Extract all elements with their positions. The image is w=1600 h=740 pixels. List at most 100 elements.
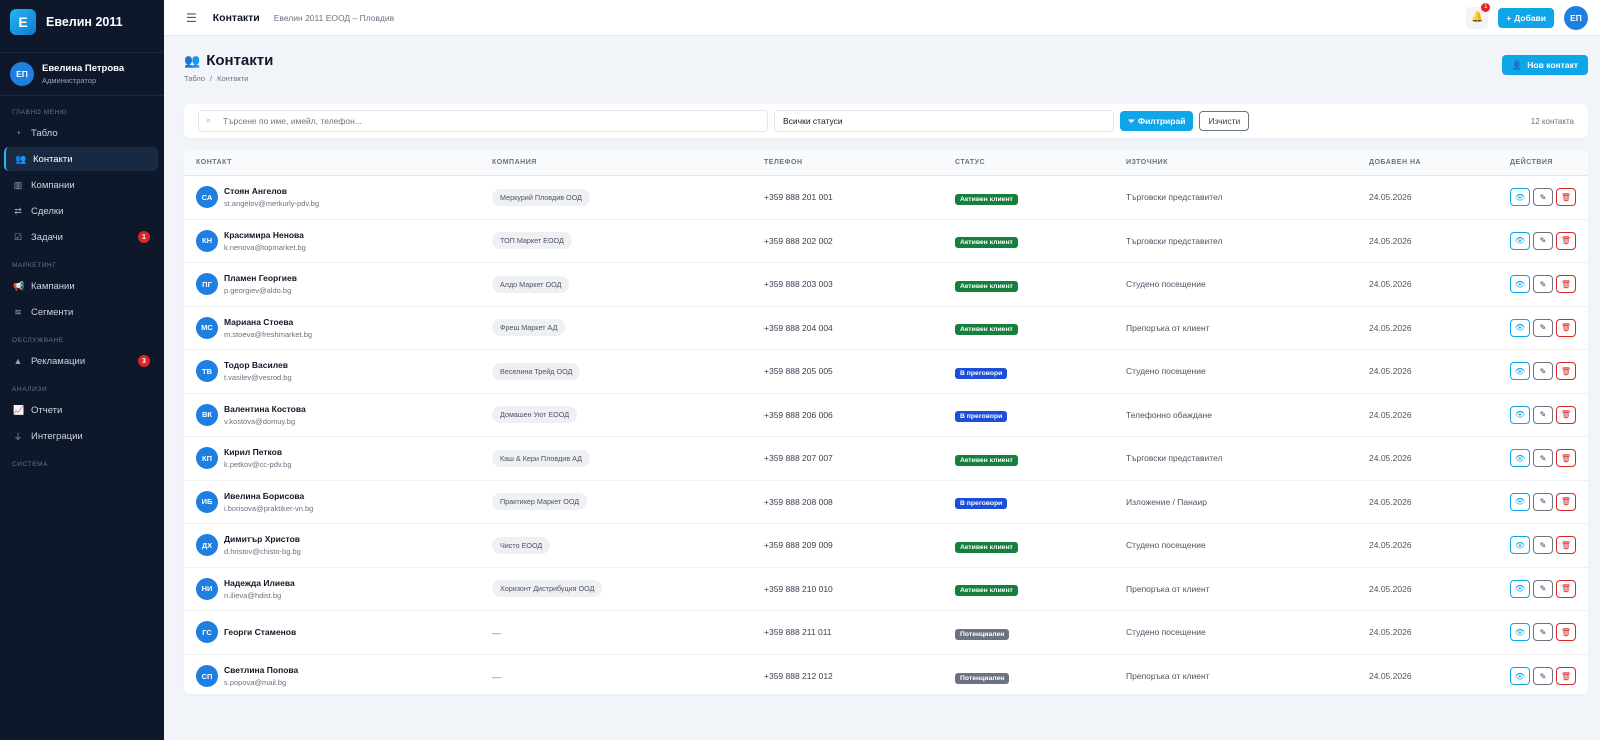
delete-button[interactable]: 🗑 xyxy=(1556,536,1576,555)
company-pill[interactable]: Чисто ЕООД xyxy=(492,536,551,554)
view-button[interactable]: 👁 xyxy=(1510,362,1530,381)
delete-button[interactable]: 🗑 xyxy=(1556,318,1576,337)
clear-button[interactable]: Изчисти xyxy=(1199,111,1250,131)
sidebar-item-deals[interactable]: ⇄ Сделки xyxy=(4,199,158,223)
view-button[interactable]: 👁 xyxy=(1510,231,1530,250)
col-source[interactable]: ИЗТОЧНИК xyxy=(1114,159,1357,166)
view-button[interactable]: 👁 xyxy=(1510,405,1530,424)
company-pill[interactable]: Фреш Маркет АД xyxy=(492,319,566,337)
edit-button[interactable]: ✎ xyxy=(1533,667,1553,686)
col-status[interactable]: СТАТУС xyxy=(943,159,1114,166)
table-row[interactable]: КН Красимира Ненова k.nenova@topmarket.bg Т… xyxy=(184,220,1588,263)
sidebar-item-campaigns[interactable]: 📢 Кампании xyxy=(4,274,158,298)
view-button[interactable]: 👁 xyxy=(1510,579,1530,598)
contact-name[interactable]: Валентина Костова xyxy=(224,404,306,414)
contact-name[interactable]: Стоян Ангелов xyxy=(224,186,319,196)
company-pill[interactable]: Домашен Уют ЕООД xyxy=(492,406,578,424)
view-button[interactable]: 👁 xyxy=(1510,449,1530,468)
table-row[interactable]: ВК Валентина Костова v.kostova@domuy.bg Дом… xyxy=(184,394,1588,437)
filter-button[interactable]: ⏷ Филтрирай xyxy=(1120,111,1194,131)
view-button[interactable]: 👁 xyxy=(1510,536,1530,555)
delete-button[interactable]: 🗑 xyxy=(1556,492,1576,511)
user-profile[interactable]: ЕП Евелина Петрова Администратор xyxy=(0,52,164,96)
add-button[interactable]: + Добави xyxy=(1498,7,1554,28)
table-row[interactable]: ГС Георги Стаменов — +359 888 211 011 Потенц… xyxy=(184,611,1588,655)
brand[interactable]: Е Евелин 2011 xyxy=(0,0,164,44)
table-row[interactable]: СП Светлина Попова s.popova@mail.bg — +359 8… xyxy=(184,655,1588,695)
table-row[interactable]: МС Мариана Стоева m.stoeva@freshmarket.bg Ф… xyxy=(184,307,1588,350)
delete-button[interactable]: 🗑 xyxy=(1556,405,1576,424)
sidebar-item-dashboard[interactable]: ◔ Табло xyxy=(4,121,158,145)
table-row[interactable]: СА Стоян Ангелов st.angelov@merkurly-pdv.b… xyxy=(184,176,1588,220)
contact-email[interactable]: m.stoeva@freshmarket.bg xyxy=(224,330,312,339)
contact-name[interactable]: Надежда Илиева xyxy=(224,578,295,588)
edit-button[interactable]: ✎ xyxy=(1533,231,1553,250)
col-contact[interactable]: КОНТАКТ xyxy=(184,159,480,166)
contact-name[interactable]: Димитър Христов xyxy=(224,534,301,544)
delete-button[interactable]: 🗑 xyxy=(1556,275,1576,294)
delete-button[interactable]: 🗑 xyxy=(1556,623,1576,642)
contact-email[interactable]: p.georgiev@aldo.bg xyxy=(224,286,297,295)
edit-button[interactable]: ✎ xyxy=(1533,405,1553,424)
breadcrumb-home[interactable]: Табло xyxy=(184,74,205,83)
sidebar-item-reports[interactable]: 📈 Отчети xyxy=(4,398,158,422)
delete-button[interactable]: 🗑 xyxy=(1556,231,1576,250)
sidebar-item-contacts[interactable]: 👥 Контакти xyxy=(4,147,158,171)
view-button[interactable]: 👁 xyxy=(1510,318,1530,337)
contact-name[interactable]: Красимира Ненова xyxy=(224,230,306,240)
edit-button[interactable]: ✎ xyxy=(1533,492,1553,511)
sidebar-item-companies[interactable]: ▥ Компании xyxy=(4,173,158,197)
delete-button[interactable]: 🗑 xyxy=(1556,188,1576,207)
col-added[interactable]: ДОБАВЕН НА xyxy=(1357,159,1498,166)
sidebar-item-integrations[interactable]: ⏚ Интеграции xyxy=(4,424,158,448)
contact-name[interactable]: Пламен Георгиев xyxy=(224,273,297,283)
company-pill[interactable]: Практикер Маркет ООД xyxy=(492,493,588,511)
contact-name[interactable]: Ивелина Борисова xyxy=(224,491,313,501)
sidebar-item-segments[interactable]: ≋ Сегменти xyxy=(4,300,158,324)
table-row[interactable]: НИ Надежда Илиева n.ilieva@hdist.bg Хоризон… xyxy=(184,568,1588,611)
contact-email[interactable]: k.nenova@topmarket.bg xyxy=(224,243,306,252)
view-button[interactable]: 👁 xyxy=(1510,275,1530,294)
contact-name[interactable]: Георги Стаменов xyxy=(224,627,296,637)
sidebar-item-complaints[interactable]: ▲ Рекламации 3 xyxy=(4,349,158,373)
table-row[interactable]: ИБ Ивелина Борисова i.borisova@praktiker-v… xyxy=(184,481,1588,524)
search-input[interactable] xyxy=(198,110,768,132)
view-button[interactable]: 👁 xyxy=(1510,492,1530,511)
notifications-button[interactable]: 🔔 1 xyxy=(1466,2,1491,29)
contact-name[interactable]: Мариана Стоева xyxy=(224,317,312,327)
edit-button[interactable]: ✎ xyxy=(1533,449,1553,468)
view-button[interactable]: 👁 xyxy=(1510,667,1530,686)
delete-button[interactable]: 🗑 xyxy=(1556,449,1576,468)
new-contact-button[interactable]: 👤 Нов контакт xyxy=(1501,55,1588,75)
table-row[interactable]: КП Кирил Петков k.petkov@cc-pdv.bg Каш & Ке… xyxy=(184,437,1588,481)
edit-button[interactable]: ✎ xyxy=(1533,623,1553,642)
delete-button[interactable]: 🗑 xyxy=(1556,579,1576,598)
edit-button[interactable]: ✎ xyxy=(1533,318,1553,337)
contact-email[interactable]: st.angelov@merkurly-pdv.bg xyxy=(224,199,319,208)
menu-icon[interactable]: ☰ xyxy=(186,11,197,25)
sidebar-item-tasks[interactable]: ☑ Задачи 1 xyxy=(4,225,158,249)
contact-email[interactable]: d.hristov@chisto-bg.bg xyxy=(224,547,301,556)
edit-button[interactable]: ✎ xyxy=(1533,275,1553,294)
contact-email[interactable]: t.vasilev@vesrod.bg xyxy=(224,373,292,382)
edit-button[interactable]: ✎ xyxy=(1533,362,1553,381)
view-button[interactable]: 👁 xyxy=(1510,623,1530,642)
table-row[interactable]: ТВ Тодор Василев t.vasilev@vesrod.bg Весели… xyxy=(184,350,1588,394)
status-select[interactable]: Всички статуси xyxy=(774,110,1114,132)
table-row[interactable]: ПГ Пламен Георгиев p.georgiev@aldo.bg Алдо … xyxy=(184,263,1588,307)
edit-button[interactable]: ✎ xyxy=(1533,579,1553,598)
contact-name[interactable]: Светлина Попова xyxy=(224,665,298,675)
contact-email[interactable]: n.ilieva@hdist.bg xyxy=(224,591,295,600)
contact-email[interactable]: v.kostova@domuy.bg xyxy=(224,417,306,426)
edit-button[interactable]: ✎ xyxy=(1533,536,1553,555)
contact-email[interactable]: i.borisova@praktiker-vn.bg xyxy=(224,504,313,513)
company-pill[interactable]: Веселина Трейд ООД xyxy=(492,362,581,380)
delete-button[interactable]: 🗑 xyxy=(1556,667,1576,686)
company-pill[interactable]: ТОП Маркет ЕООД xyxy=(492,232,572,250)
col-company[interactable]: КОМПАНИЯ xyxy=(480,159,752,166)
company-pill[interactable]: Алдо Маркет ООД xyxy=(492,275,570,293)
view-button[interactable]: 👁 xyxy=(1510,188,1530,207)
table-row[interactable]: ДХ Димитър Христов d.hristov@chisto-bg.bg Ч… xyxy=(184,524,1588,568)
delete-button[interactable]: 🗑 xyxy=(1556,362,1576,381)
contact-email[interactable]: k.petkov@cc-pdv.bg xyxy=(224,460,292,469)
